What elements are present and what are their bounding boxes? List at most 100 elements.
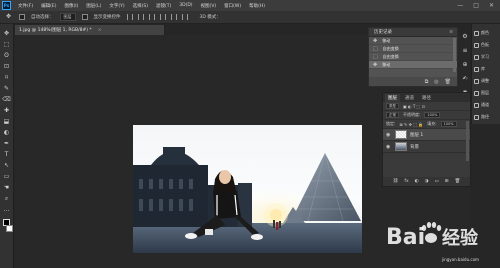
hand-tool-icon[interactable]: ☚ [2, 184, 11, 192]
auto-select-label: 自动选择： [31, 15, 54, 20]
lock-row: 锁定: ⊠ ✎ ✥ ⬚ 🔒 填充: 100% [383, 120, 470, 129]
history-item-active[interactable]: ✥ 移动 [369, 61, 457, 69]
maximize-button[interactable]: □ [473, 2, 479, 9]
align-left-icon[interactable] [159, 14, 166, 20]
transform-icon: ⬚ [373, 45, 378, 52]
history-item[interactable]: ⬚ 自由变换 [369, 45, 457, 53]
more-tools-icon[interactable]: … [2, 206, 11, 214]
eyedropper-tool-icon[interactable]: ⌑ [2, 74, 11, 82]
tab-paths[interactable]: 路径 [419, 94, 434, 102]
add-mask-icon[interactable]: ◐ [415, 179, 419, 184]
menu-icon[interactable]: ≡ [462, 47, 467, 54]
history-item[interactable]: ✥ 移动 [369, 37, 457, 45]
adjustment-layer-icon[interactable]: ◑ [425, 179, 429, 184]
new-group-icon[interactable]: ▭ [435, 179, 439, 184]
new-layer-icon[interactable]: ⊞ [445, 179, 449, 184]
history-scrollbar[interactable] [453, 38, 456, 72]
tab-layers[interactable]: 图层 [385, 93, 400, 102]
fx-icon[interactable]: fx [404, 179, 408, 184]
layer-row-layer1[interactable]: ◉ 图层 1 [383, 129, 470, 141]
panel-menu-icon[interactable]: ≡ [449, 30, 453, 35]
marquee-tool-icon[interactable]: ⬚ [2, 41, 11, 49]
mode-3d-label: 3D 模式： [199, 15, 221, 20]
panel-learn[interactable]: 学习 [472, 54, 500, 60]
align-right-icon[interactable] [181, 14, 188, 20]
visibility-eye-icon[interactable]: ◉ [386, 132, 392, 138]
auto-select-checkbox[interactable] [19, 14, 25, 20]
panel-label: 调整 [481, 78, 489, 83]
navigator-icon[interactable]: ⊕ [462, 61, 467, 68]
panel-paths[interactable]: 路径 [472, 114, 500, 120]
panel-swatches[interactable]: 色板 [472, 42, 500, 48]
path-select-tool-icon[interactable]: ↖ [2, 162, 11, 170]
channels-icon [474, 102, 479, 108]
panel-adjustments[interactable]: 调整 [472, 78, 500, 84]
fill-input[interactable]: 100% [440, 121, 457, 127]
snapshot-icon[interactable]: ◎ [434, 79, 438, 85]
blend-mode-dropdown[interactable]: 正常 [386, 112, 399, 118]
crop-tool-icon[interactable]: ⊡ [2, 63, 11, 71]
close-tab-icon[interactable]: × [98, 28, 102, 33]
history-item[interactable]: ⬚ 自由变换 [369, 53, 457, 61]
watermark-site: jingyan.baidu.com [442, 257, 479, 262]
layers-scrollbar[interactable] [466, 121, 469, 161]
type-tool-icon[interactable]: T [2, 151, 11, 159]
brush-tool-icon[interactable]: ✎ [2, 85, 11, 93]
menu-window[interactable]: 窗口(W) [220, 3, 245, 9]
panel-color[interactable]: 颜色 [472, 30, 500, 36]
minimize-button[interactable]: — [457, 2, 463, 9]
layer-row-background[interactable]: ◉ 背景 [383, 141, 470, 153]
move-tool-icon[interactable]: ✥ [2, 30, 11, 38]
layers-footer: ⛓ fx ◐ ◑ ▭ ⊞ 🗑 [383, 177, 470, 186]
document-canvas[interactable] [133, 125, 362, 253]
menu-edit[interactable]: 编辑(E) [37, 3, 60, 9]
align-top-icon[interactable] [126, 14, 133, 20]
new-document-from-state-icon[interactable]: ⧉ [425, 79, 429, 85]
close-button[interactable]: ✕ [489, 2, 494, 9]
panel-libraries[interactable]: 库 [472, 66, 500, 72]
healing-tool-icon[interactable]: ✚ [2, 107, 11, 115]
lasso-tool-icon[interactable]: ʘ [2, 52, 11, 60]
panel-label: 路径 [481, 114, 489, 119]
kind-filter-dropdown[interactable]: 类型 [386, 103, 399, 109]
lock-icons[interactable]: ⊠ ✎ ✥ ⬚ 🔒 [399, 122, 423, 127]
trash-icon[interactable]: 🗑 [445, 79, 451, 85]
delete-layer-icon[interactable]: 🗑 [455, 179, 461, 184]
properties-icon[interactable]: ⚙ [462, 33, 467, 40]
gradient-tool-icon[interactable]: ⬓ [2, 118, 11, 126]
filter-icons[interactable]: ▣ ◐ T ⬚ ⊡ [403, 104, 425, 109]
panel-layers[interactable]: 图层 [472, 90, 500, 96]
shape-tool-icon[interactable]: ▭ [2, 173, 11, 181]
zoom-tool-icon[interactable]: ⌕ [2, 195, 11, 203]
photoshop-logo-icon: Ps [2, 1, 11, 10]
tab-channels[interactable]: 通道 [402, 94, 417, 102]
menu-select[interactable]: 选择(S) [129, 3, 152, 9]
show-transform-checkbox[interactable] [81, 14, 88, 20]
align-center-icon[interactable] [170, 14, 177, 20]
background-color-swatch[interactable] [5, 225, 13, 232]
menu-layer[interactable]: 图层(L) [82, 3, 105, 9]
eraser-tool-icon[interactable]: ⌫ [2, 96, 11, 104]
visibility-eye-icon[interactable]: ◉ [386, 144, 392, 150]
menu-filter[interactable]: 滤镜(T) [152, 3, 175, 9]
menu-type[interactable]: 文字(Y) [105, 3, 128, 9]
align-middle-icon[interactable] [137, 14, 144, 20]
move-tool-preset-icon[interactable]: ✥ [4, 13, 13, 21]
document-tab[interactable]: 1.jpg @ 148%(图层 1, RGB/8#) * × [15, 25, 165, 35]
history-item-label: 移动 [382, 37, 391, 43]
opacity-input[interactable]: 100% [424, 112, 441, 118]
menu-view[interactable]: 视图(V) [197, 3, 221, 9]
dodge-tool-icon[interactable]: ◐ [2, 129, 11, 137]
document-tab-title: 1.jpg @ 148%(图层 1, RGB/8#) * [19, 28, 92, 33]
align-bottom-icon[interactable] [148, 14, 155, 20]
swatches-icon [474, 42, 479, 48]
pen-tool-icon[interactable]: ✒ [2, 140, 11, 148]
menu-help[interactable]: 帮助(H) [245, 3, 269, 9]
link-layers-icon[interactable]: ⛓ [393, 179, 399, 184]
brush-settings-icon[interactable]: ✍ [462, 75, 467, 82]
panel-channels[interactable]: 通道 [472, 102, 500, 108]
menu-file[interactable]: 文件(F) [14, 3, 37, 9]
menu-image[interactable]: 图像(I) [60, 3, 82, 9]
menu-3d[interactable]: 3D(D) [175, 3, 196, 8]
auto-select-dropdown[interactable]: 图层 [59, 13, 76, 21]
